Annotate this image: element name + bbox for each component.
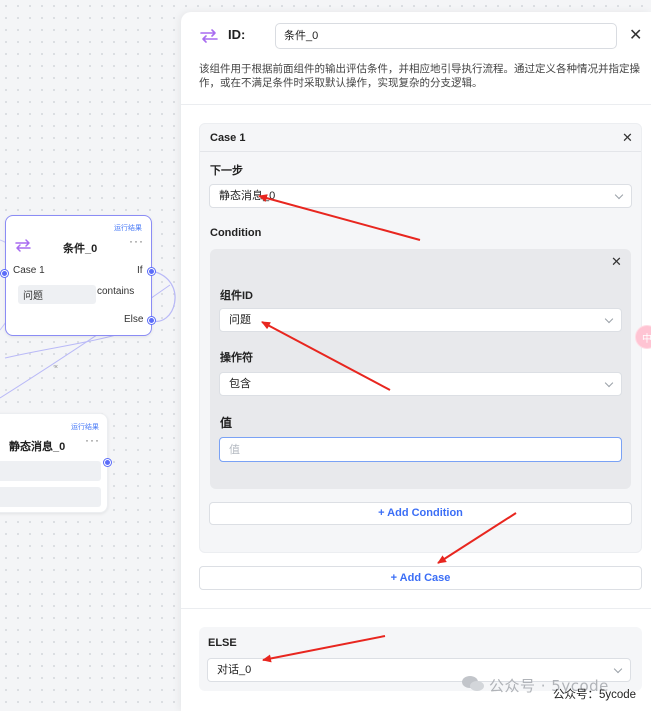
credit-text: 公众号：5ycode	[553, 689, 637, 701]
side-handle-icon[interactable]	[636, 326, 651, 348]
wechat-icon	[462, 676, 484, 691]
annotation-arrows	[258, 194, 517, 663]
